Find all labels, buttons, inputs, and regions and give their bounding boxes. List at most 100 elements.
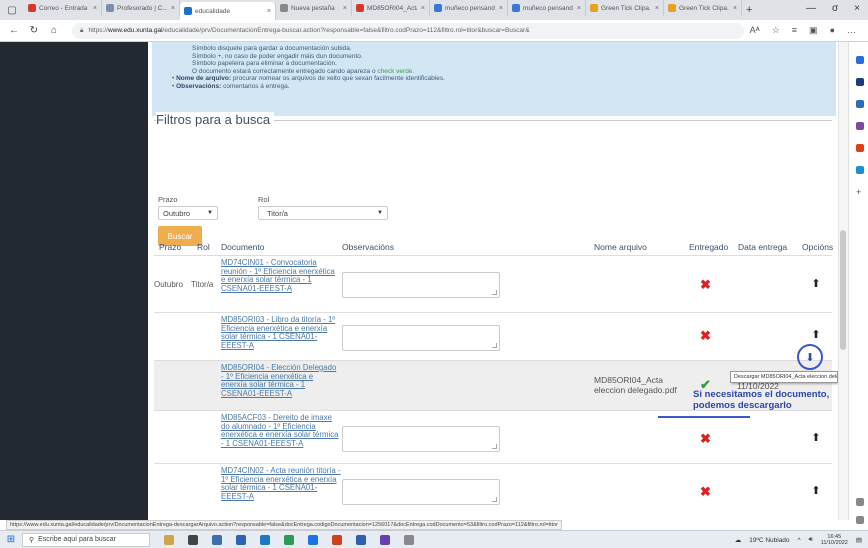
file-explorer-icon[interactable] xyxy=(212,534,222,545)
status-url: https://www.edu.xunta.gal/educalidade/pr… xyxy=(6,520,562,530)
close-tab-icon[interactable]: × xyxy=(655,5,659,12)
home-icon[interactable]: ⌂ xyxy=(46,25,62,36)
tray-chevron-icon[interactable]: ^ xyxy=(798,537,801,544)
tab-label: Green Tick Clipa... xyxy=(601,4,651,12)
linkedin-icon[interactable] xyxy=(260,534,270,545)
browser-tab[interactable]: Green Tick Clipa... × xyxy=(586,0,664,16)
left-sidebar xyxy=(0,42,148,520)
edge-settings-icon[interactable] xyxy=(856,516,864,524)
table-row: MD74CIN02 - Acta reunión titoría - 1º Ef… xyxy=(154,463,832,520)
edge-layout-icon[interactable] xyxy=(856,498,864,506)
browser-tab[interactable]: Correo - Entrada × xyxy=(24,0,102,16)
upload-icon[interactable]: ⬆ xyxy=(810,277,822,290)
upload-icon[interactable]: ⬆ xyxy=(810,484,822,497)
header-opcions: Opcións xyxy=(802,242,834,252)
close-tab-icon[interactable]: × xyxy=(267,8,271,15)
notifications-icon[interactable]: ▤ xyxy=(856,536,862,544)
close-tab-icon[interactable]: × xyxy=(421,5,425,12)
edge-icon[interactable] xyxy=(308,534,318,545)
close-tab-icon[interactable]: × xyxy=(733,5,737,12)
app-icon[interactable] xyxy=(404,534,414,545)
browser-tab[interactable]: muñeco pensand... × xyxy=(430,0,508,16)
widgets-icon[interactable] xyxy=(164,534,174,545)
restore-button[interactable]: σ xyxy=(832,3,838,14)
row-prazo: Outubro xyxy=(154,280,183,289)
read-aloud-icon[interactable]: Aᴬ xyxy=(750,25,760,36)
document-link[interactable]: MD85ACF03 - Dereito de imaxe do alumnado… xyxy=(221,413,341,448)
close-tab-icon[interactable]: × xyxy=(499,5,503,12)
edge-tools-icon[interactable] xyxy=(856,100,864,108)
clock-date: 11/10/2022 xyxy=(820,540,848,546)
teams-icon[interactable] xyxy=(380,534,390,545)
filters-section: Filtros para a busca Prazo Outubro ▼ Rol… xyxy=(154,112,832,253)
info-line-check: O documento estará correctamente entrega… xyxy=(172,68,836,76)
upload-icon[interactable]: ⬆ xyxy=(810,328,822,341)
profile-icon[interactable]: ● xyxy=(830,25,835,36)
tab-label: muñeco pensand... xyxy=(523,4,573,12)
download-tooltip: Descargar MD85ORI04_Acta eleccion delega… xyxy=(730,371,838,383)
browser-tab[interactable]: Nueva pestaña × xyxy=(276,0,352,16)
close-tab-icon[interactable]: × xyxy=(343,5,347,12)
close-tab-icon[interactable]: × xyxy=(577,5,581,12)
refresh-icon[interactable]: ↻ xyxy=(26,25,42,36)
browser-tab[interactable]: educalidade × xyxy=(180,2,276,20)
mail-icon[interactable] xyxy=(356,534,366,545)
tab-strip: ▢ Correo - Entrada × Profesorado | C... × ed… xyxy=(0,0,868,20)
tab-actions-icon[interactable]: ▢ xyxy=(4,5,20,16)
volume-icon[interactable]: 🔊︎ xyxy=(809,536,813,544)
weather-text[interactable]: 19ºC Nublado xyxy=(749,537,789,544)
rol-select[interactable]: Titor/a ▼ xyxy=(258,206,388,220)
upload-icon[interactable]: ⬆ xyxy=(810,431,822,444)
observations-textarea[interactable] xyxy=(342,272,500,298)
lock-icon: 🔒︎ xyxy=(80,26,84,34)
edge-add-icon[interactable]: + xyxy=(856,188,864,197)
close-window-button[interactable]: × xyxy=(854,3,860,14)
address-bar-icons: Aᴬ ☆ ≡ ▣ ● … xyxy=(750,25,856,36)
browser-tab[interactable]: MD85ORI04_Acta... × xyxy=(352,0,430,16)
favorite-icon[interactable]: ☆ xyxy=(772,25,780,36)
rol-value: Titor/a xyxy=(267,208,288,218)
observations-textarea[interactable] xyxy=(342,426,500,452)
browser-tab[interactable]: Green Tick Clipa... × xyxy=(664,0,742,16)
browser-tab[interactable]: muñeco pensand... × xyxy=(508,0,586,16)
file-name: MD85ORI04_Acta eleccion delegado.pdf xyxy=(594,375,677,395)
close-tab-icon[interactable]: × xyxy=(93,5,97,12)
edge-shopping-icon[interactable] xyxy=(856,78,864,86)
back-icon[interactable]: ← xyxy=(6,25,22,36)
new-tab-button[interactable]: + xyxy=(746,4,752,16)
document-link[interactable]: MD85ORI03 - Libro da titoría - 1º Eficie… xyxy=(221,315,341,350)
tab-label: Nueva pestaña xyxy=(291,4,335,12)
windows-start-icon[interactable]: ⊞ xyxy=(0,534,22,545)
document-link[interactable]: MD85ORI04 - Elección Delegado - 1º Efici… xyxy=(221,363,341,398)
excel-icon[interactable] xyxy=(284,534,294,545)
chevron-down-icon: ▼ xyxy=(377,210,383,216)
annotation-underline xyxy=(658,416,750,418)
collections-icon[interactable]: ▣ xyxy=(809,25,818,36)
edge-outlook-icon[interactable] xyxy=(856,166,864,174)
browser-tab[interactable]: Profesorado | C... × xyxy=(102,0,180,16)
taskbar-search[interactable]: ⚲ Escribe aquí para buscar xyxy=(22,532,150,547)
edge-games-icon[interactable] xyxy=(856,122,864,130)
edge-office-icon[interactable] xyxy=(856,144,864,152)
url-field[interactable]: 🔒︎ https://www.edu.xunta.gal/educalidade… xyxy=(72,22,744,39)
document-link[interactable]: MD74CIN01 - Convocatoria reunión - 1º Ef… xyxy=(221,258,341,293)
clock[interactable]: 16:45 11/10/2022 xyxy=(821,534,848,546)
header-prazo: Prazo xyxy=(159,242,182,252)
minimize-button[interactable]: — xyxy=(806,3,816,14)
edge-search-icon[interactable] xyxy=(856,56,864,64)
observations-textarea[interactable] xyxy=(342,325,500,351)
document-link[interactable]: MD74CIN02 - Acta reunión titoría - 1º Ef… xyxy=(221,466,341,501)
info-line-text: O documento estará correctamente entrega… xyxy=(192,67,376,75)
observations-textarea[interactable] xyxy=(342,479,500,505)
info-line: Símbolo papeleira para eliminar a docume… xyxy=(192,60,337,68)
task-view-icon[interactable] xyxy=(188,534,198,545)
not-delivered-icon: ✖ xyxy=(700,277,711,292)
scrollbar-thumb[interactable] xyxy=(840,230,846,350)
close-tab-icon[interactable]: × xyxy=(171,5,175,12)
download-icon[interactable]: ⬆ xyxy=(797,344,823,370)
prazo-select[interactable]: Outubro ▼ xyxy=(158,206,218,220)
word-icon[interactable] xyxy=(236,534,246,545)
chrome-icon[interactable] xyxy=(332,534,342,545)
favorites-list-icon[interactable]: ≡ xyxy=(792,25,797,36)
more-icon[interactable]: … xyxy=(847,25,856,36)
